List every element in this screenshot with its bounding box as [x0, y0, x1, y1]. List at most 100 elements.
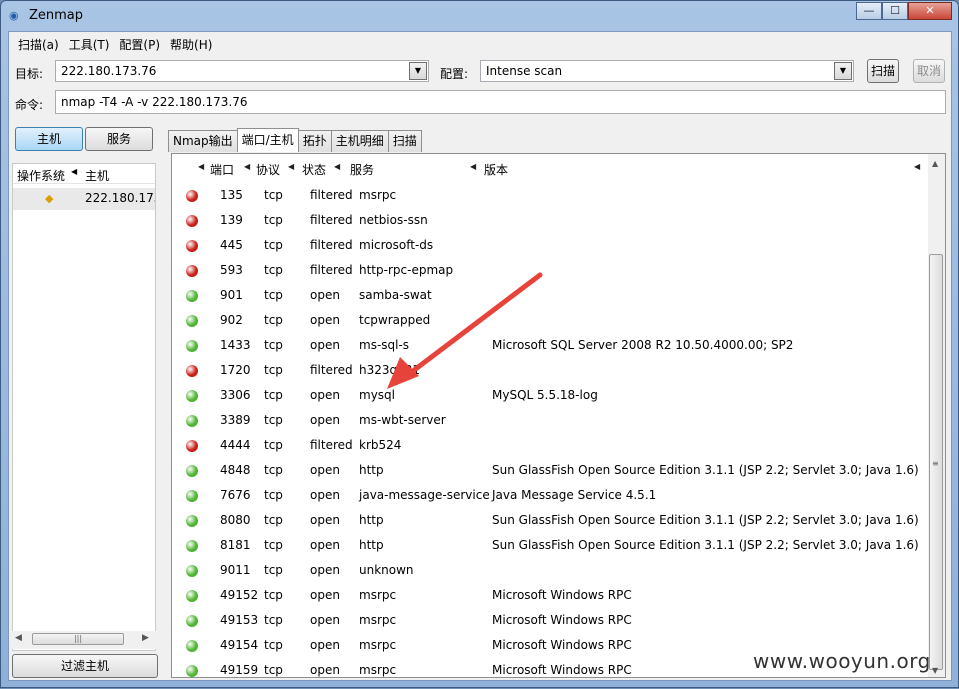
port-row[interactable]: 3306 tcp open mysql MySQL 5.5.18-log [172, 384, 932, 409]
port-version-cell: Microsoft Windows RPC [492, 663, 632, 677]
version-column-header[interactable]: 版本 [484, 161, 508, 178]
state-open-icon [186, 290, 198, 302]
state-open-icon [186, 465, 198, 477]
port-row[interactable]: 49153 tcp open msrpc Microsoft Windows RPC [172, 609, 932, 634]
state-open-icon [186, 415, 198, 427]
port-service-cell: netbios-ssn [359, 213, 428, 227]
port-row[interactable]: 902 tcp open tcpwrapped [172, 309, 932, 334]
target-value: 222.180.173.76 [61, 64, 157, 78]
host-column-header[interactable]: 主机 [85, 167, 109, 184]
port-state-cell: open [310, 338, 340, 352]
port-state-cell: open [310, 513, 340, 527]
tab-nmap-output[interactable]: Nmap输出 [168, 130, 238, 152]
close-button[interactable]: ✕ [908, 2, 952, 20]
host-list[interactable]: 操作系统 ◀ 主机 ◆ 222.180.173.76 [12, 163, 156, 651]
scroll-thumb[interactable]: ||| [32, 633, 124, 645]
filter-hosts-button[interactable]: 过滤主机 [12, 654, 158, 678]
host-list-hscrollbar[interactable]: ◀ ||| ▶ [12, 631, 156, 649]
ports-table-header: ◀ 端口 ◀ 协议 ◀ 状态 ◀ 服务 ◀ 版本 ◀ [172, 158, 932, 178]
port-row[interactable]: 1720 tcp filtered h323q931 [172, 359, 932, 384]
port-service-cell: msrpc [359, 638, 397, 652]
scroll-left-icon[interactable]: ◀ [15, 633, 22, 643]
port-row[interactable]: 901 tcp open samba-swat [172, 284, 932, 309]
state-filtered-icon [186, 265, 198, 277]
column-sort-icon: ◀ [244, 162, 251, 171]
port-row[interactable]: 7676 tcp open java-message-service Java Mess… [172, 484, 932, 509]
port-state-cell: open [310, 313, 340, 327]
host-ip: 222.180.173.76 [85, 191, 155, 205]
scroll-right-icon[interactable]: ▶ [142, 633, 149, 643]
menu-tools[interactable]: 工具(T) [64, 33, 115, 53]
target-combo[interactable]: 222.180.173.76 ▼ [55, 60, 429, 82]
menu-help[interactable]: 帮助(H) [165, 33, 217, 53]
port-state-cell: filtered [310, 363, 353, 377]
port-row[interactable]: 135 tcp filtered msrpc [172, 184, 932, 209]
tab-topology[interactable]: 拓扑 [297, 130, 332, 152]
state-open-icon [186, 340, 198, 352]
port-protocol-cell: tcp [264, 363, 283, 377]
menu-scan[interactable]: 扫描(a) [13, 33, 64, 53]
state-open-icon [186, 590, 198, 602]
tab-scans[interactable]: 扫描 [387, 130, 422, 152]
services-button[interactable]: 服务 [85, 127, 153, 151]
port-service-cell: http-rpc-epmap [359, 263, 454, 277]
port-row[interactable]: 8181 tcp open http Sun GlassFish Open Source… [172, 534, 932, 559]
port-service-cell: krb524 [359, 438, 402, 452]
command-value: nmap -T4 -A -v 222.180.173.76 [61, 95, 248, 109]
port-row[interactable]: 4848 tcp open http Sun GlassFish Open Source… [172, 459, 932, 484]
port-column-header[interactable]: 端口 [210, 161, 234, 178]
os-unknown-icon: ◆ [45, 192, 54, 205]
port-port-cell: 1433 [220, 338, 251, 352]
port-row[interactable]: 593 tcp filtered http-rpc-epmap [172, 259, 932, 284]
cancel-button[interactable]: 取消 [913, 59, 945, 83]
tab-ports-hosts[interactable]: 端口/主机 [236, 128, 299, 152]
state-column-header[interactable]: 状态 [302, 161, 326, 178]
maximize-button[interactable]: ☐ [882, 2, 908, 20]
port-state-cell: open [310, 638, 340, 652]
tab-host-details[interactable]: 主机明细 [330, 130, 389, 152]
scroll-thumb[interactable]: ≡ [929, 254, 943, 670]
port-service-cell: msrpc [359, 188, 397, 202]
command-input[interactable]: nmap -T4 -A -v 222.180.173.76 [55, 90, 946, 114]
port-row[interactable]: 445 tcp filtered microsoft-ds [172, 234, 932, 259]
menu-profile[interactable]: 配置(P) [114, 33, 165, 53]
port-row[interactable]: 9011 tcp open unknown [172, 559, 932, 584]
port-protocol-cell: tcp [264, 438, 283, 452]
port-row[interactable]: 139 tcp filtered netbios-ssn [172, 209, 932, 234]
scan-button[interactable]: 扫描 [867, 59, 899, 83]
state-filtered-icon [186, 190, 198, 202]
port-service-cell: tcpwrapped [359, 313, 431, 327]
port-row[interactable]: 3389 tcp open ms-wbt-server [172, 409, 932, 434]
port-row[interactable]: 1433 tcp open ms-sql-s Microsoft SQL Server … [172, 334, 932, 359]
profile-dropdown-arrow-icon[interactable]: ▼ [834, 62, 852, 80]
service-column-header[interactable]: 服务 [350, 161, 374, 178]
state-open-icon [186, 390, 198, 402]
port-port-cell: 139 [220, 213, 243, 227]
port-state-cell: filtered [310, 438, 353, 452]
minimize-button[interactable]: — [856, 2, 882, 20]
column-sort-icon: ◀ [470, 162, 477, 171]
port-protocol-cell: tcp [264, 488, 283, 502]
port-state-cell: open [310, 588, 340, 602]
target-dropdown-arrow-icon[interactable]: ▼ [409, 62, 427, 80]
port-version-cell: Microsoft Windows RPC [492, 613, 632, 627]
scroll-down-icon[interactable]: ▼ [932, 666, 938, 675]
profile-label: 配置: [440, 67, 469, 81]
ports-vscrollbar[interactable]: ▲ ≡ ▼ [928, 154, 945, 677]
port-row[interactable]: 4444 tcp filtered krb524 [172, 434, 932, 459]
port-state-cell: open [310, 463, 340, 477]
protocol-column-header[interactable]: 协议 [256, 161, 280, 178]
scroll-up-icon[interactable]: ▲ [932, 159, 938, 168]
hosts-button[interactable]: 主机 [15, 127, 83, 151]
os-column-header[interactable]: 操作系统 [17, 167, 65, 184]
port-row[interactable]: 8080 tcp open http Sun GlassFish Open Source… [172, 509, 932, 534]
port-row[interactable]: 49152 tcp open msrpc Microsoft Windows RPC [172, 584, 932, 609]
port-service-cell: ms-wbt-server [359, 413, 446, 427]
profile-combo[interactable]: Intense scan ▼ [480, 60, 854, 82]
title-bar[interactable]: ◉ Zenmap — ☐ ✕ [1, 1, 958, 31]
port-port-cell: 49153 [220, 613, 259, 627]
state-filtered-icon [186, 440, 198, 452]
host-row[interactable]: ◆ 222.180.173.76 [13, 188, 155, 210]
ports-table[interactable]: ◀ 端口 ◀ 协议 ◀ 状态 ◀ 服务 ◀ 版本 ◀ 135 tcp filtere… [171, 153, 946, 678]
port-port-cell: 3389 [220, 413, 251, 427]
